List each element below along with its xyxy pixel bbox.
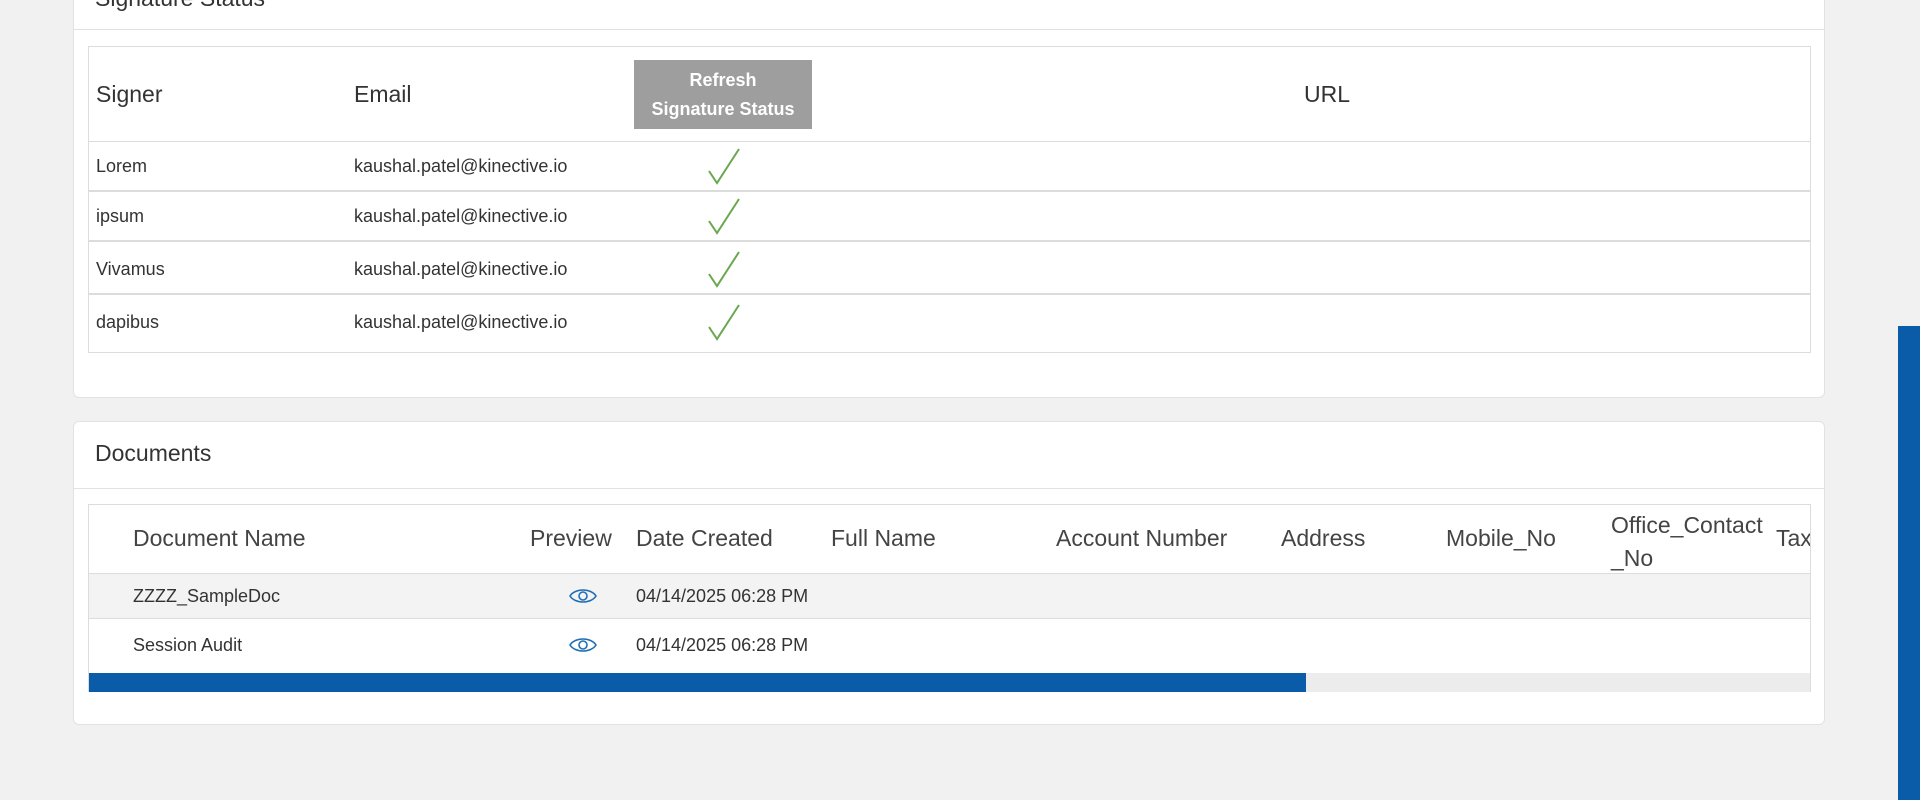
- address-column-header[interactable]: Address: [1281, 525, 1365, 552]
- document-name: ZZZZ_SampleDoc: [133, 586, 281, 606]
- signature-row: dapibus kaushal.patel@kinective.io: [89, 298, 1810, 348]
- office-contact-no-column-header[interactable]: Office_Contact _No: [1611, 509, 1763, 575]
- signer-email: kaushal.patel@kinective.io: [354, 156, 568, 176]
- vertical-scrollbar-thumb[interactable]: [1898, 326, 1920, 800]
- full-name-column-header[interactable]: Full Name: [831, 525, 936, 552]
- signature-row: ipsum kaushal.patel@kinective.io: [89, 192, 1810, 242]
- account-number-column-header[interactable]: Account Number: [1056, 525, 1227, 552]
- signer-name: Vivamus: [96, 259, 165, 279]
- document-date-created: 04/14/2025 06:28 PM: [636, 586, 809, 606]
- mobile-no-column-header[interactable]: Mobile_No: [1446, 525, 1556, 552]
- checkmark-icon: [708, 148, 740, 185]
- signature-status-title: Signature Status: [95, 0, 265, 12]
- signer-name: ipsum: [96, 206, 145, 226]
- email-column-header: Email: [354, 81, 412, 107]
- signer-email: kaushal.patel@kinective.io: [354, 312, 568, 332]
- signer-email: kaushal.patel@kinective.io: [354, 206, 568, 226]
- document-row: Session Audit 04/14/2025 06:28 PM: [89, 619, 1810, 673]
- card-divider: [74, 488, 1824, 489]
- documents-card: Documents Document Name Preview Date Cre…: [73, 421, 1825, 725]
- horizontal-scrollbar[interactable]: [89, 673, 1810, 692]
- checkmark-icon: [708, 251, 740, 288]
- checkmark-icon: [708, 198, 740, 235]
- signer-name: Lorem: [96, 156, 148, 176]
- preview-column-header[interactable]: Preview: [530, 525, 612, 552]
- signature-row: Lorem kaushal.patel@kinective.io: [89, 142, 1810, 192]
- signer-email: kaushal.patel@kinective.io: [354, 259, 568, 279]
- signature-row: Vivamus kaushal.patel@kinective.io: [89, 245, 1810, 295]
- signer-column-header: Signer: [96, 81, 163, 107]
- eye-icon[interactable]: [569, 587, 597, 605]
- eye-icon[interactable]: [569, 636, 597, 654]
- document-name-column-header[interactable]: Document Name: [133, 525, 306, 552]
- documents-table-header: Document Name Preview Date Created Full …: [89, 505, 1810, 574]
- document-row: ZZZZ_SampleDoc 04/14/2025 06:28 PM: [89, 574, 1810, 619]
- documents-table: Document Name Preview Date Created Full …: [88, 504, 1811, 692]
- documents-title: Documents: [95, 440, 212, 466]
- date-created-column-header[interactable]: Date Created: [636, 525, 773, 552]
- horizontal-scrollbar-thumb[interactable]: [89, 673, 1306, 692]
- signature-table-header: Signer Email Refresh Signature Status UR…: [89, 47, 1810, 142]
- url-column-header: URL: [1304, 81, 1351, 107]
- checkmark-icon: [708, 304, 740, 341]
- signer-name: dapibus: [96, 312, 160, 332]
- refresh-signature-status-button[interactable]: Refresh Signature Status: [634, 60, 812, 129]
- document-name: Session Audit: [133, 635, 243, 655]
- tax-column-header[interactable]: Tax: [1776, 525, 1810, 552]
- document-date-created: 04/14/2025 06:28 PM: [636, 635, 809, 655]
- signature-status-card: Signature Status Signer Email Refresh Si…: [73, 0, 1825, 398]
- card-divider: [74, 29, 1824, 30]
- signature-table: Signer Email Refresh Signature Status UR…: [88, 46, 1811, 353]
